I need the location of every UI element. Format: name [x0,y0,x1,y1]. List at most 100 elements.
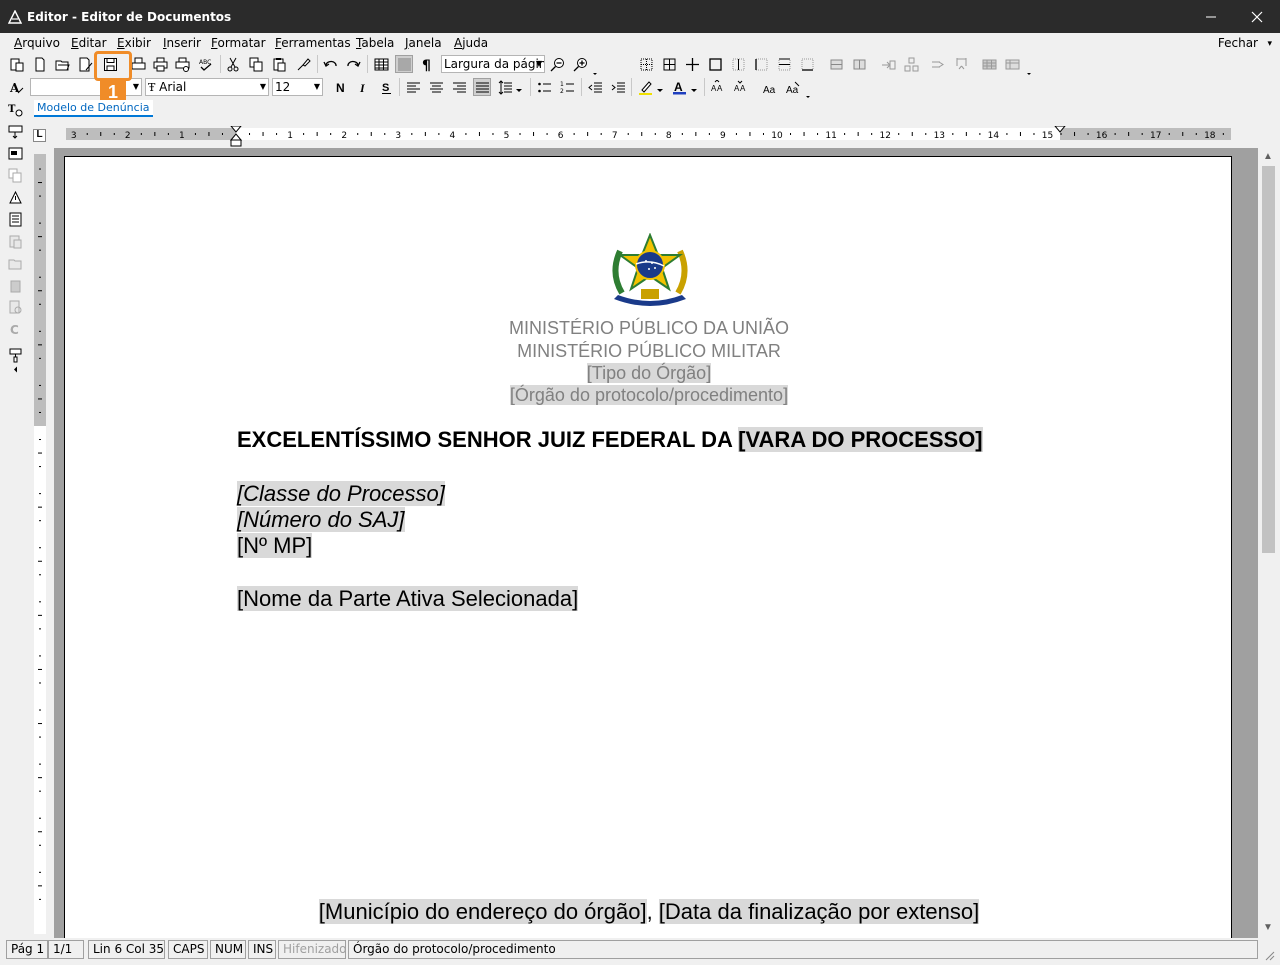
insert-warning-button[interactable] [6,188,24,206]
field-shading-toggle[interactable] [395,55,413,73]
top-border-button[interactable] [775,55,793,73]
font-color-button[interactable]: A [670,78,688,96]
field-municipio[interactable]: [Município do endereço do órgão] [318,899,647,924]
menu-editar[interactable]: Editar [71,36,107,50]
menu-exibir[interactable]: Exibir [117,36,151,50]
decrease-indent-button[interactable] [586,78,604,96]
justify-button[interactable] [473,78,491,96]
zoom-select[interactable]: Largura da págin ▼ [441,55,545,73]
toolbar-overflow-button[interactable] [6,364,24,374]
line-spacing-button[interactable] [496,78,514,96]
field-data-extenso[interactable]: [Data da finalização por extenso] [658,899,980,924]
split-cells-button[interactable] [850,55,868,73]
fechar-menu[interactable]: Fechar [1218,36,1258,50]
table-autoformat-button[interactable] [980,55,998,73]
bullets-button[interactable] [535,78,553,96]
format-painter-button[interactable] [294,55,312,73]
zoom-in-button[interactable] [571,55,589,73]
document-page[interactable]: MINISTÉRIO PÚBLICO DA UNIÃO MINISTÉRIO P… [64,156,1232,938]
vertical-scrollbar[interactable]: ▲ ▼ [1258,148,1280,938]
align-left-button[interactable] [404,78,422,96]
highlight-button[interactable] [636,78,654,96]
increase-indent-button[interactable] [609,78,627,96]
document-list-button[interactable] [6,210,24,228]
new-document-button[interactable] [30,55,48,73]
all-borders-button[interactable] [660,55,678,73]
delete-row-button[interactable] [929,55,947,73]
horizontal-ruler[interactable]: L 3 2 1 1 2 3 4 5 6 7 8 9 10 11 12 13 14 15 16 17 18 [30,126,1280,147]
field-numero-mp[interactable]: [Nº MP] [237,533,313,558]
cut-button[interactable] [224,55,242,73]
inside-borders-button[interactable] [683,55,701,73]
menu-ferramentas[interactable]: Ferramentas [275,36,351,50]
undo-button[interactable] [321,55,339,73]
clear-format-button[interactable]: Aa [783,78,801,96]
copy-format-button[interactable] [6,166,24,184]
open-disabled-button[interactable] [6,254,24,272]
delete-column-button[interactable] [952,55,970,73]
italic-button[interactable]: I [354,78,372,96]
menu-ajuda[interactable]: Ajuda [454,36,488,50]
copy-button[interactable] [247,55,265,73]
insert-column-button[interactable] [902,55,920,73]
change-case-button[interactable]: Aa [760,78,778,96]
bottom-border-button[interactable] [798,55,816,73]
merge-cells-button[interactable] [827,55,845,73]
show-formatting-toggle[interactable]: ¶ [418,55,436,73]
field-classe-processo[interactable]: [Classe do Processo] [237,481,445,506]
field-vara-processo[interactable]: [VARA DO PROCESSO] [738,427,983,452]
table-properties-button[interactable] [1003,55,1021,73]
toolbar-overflow-button[interactable] [590,59,600,77]
table-borders-button[interactable] [637,55,655,73]
insert-frame-button[interactable] [6,144,24,162]
outside-borders-button[interactable] [706,55,724,73]
insert-table-button[interactable] [372,55,390,73]
scrollbar-thumb[interactable] [1262,166,1275,553]
field-numero-saj[interactable]: [Número do SAJ] [237,507,405,532]
toolbar-overflow-button[interactable] [1024,59,1034,77]
paste-disabled-button[interactable] [6,232,24,250]
insert-row-button[interactable] [879,55,897,73]
vertical-border-button[interactable] [729,55,747,73]
left-border-button[interactable] [752,55,770,73]
font-family-select[interactable]: Ŧ Arial ▼ [145,78,269,96]
align-right-button[interactable] [450,78,468,96]
zoom-out-button[interactable] [548,55,566,73]
delete-disabled-button[interactable] [6,276,24,294]
tab-stop-selector[interactable]: L [33,129,46,142]
styles-button[interactable]: A [7,78,25,96]
tab-modelo-de-denuncia[interactable]: Modelo de Denúncia [34,100,153,117]
minimize-button[interactable] [1188,0,1234,33]
insert-form-field-button[interactable] [6,122,24,140]
align-center-button[interactable] [427,78,445,96]
print-button[interactable] [151,55,169,73]
underline-button[interactable]: S [377,78,395,96]
redo-button[interactable] [344,55,362,73]
vertical-ruler[interactable] [34,154,48,934]
bold-button[interactable]: N [331,78,349,96]
font-size-select[interactable]: 12 ▼ [272,78,323,96]
document-canvas[interactable]: MINISTÉRIO PÚBLICO DA UNIÃO MINISTÉRIO P… [54,148,1258,938]
insert-field-button[interactable]: T [6,100,24,118]
menu-arquivo[interactable]: Arquivo [14,36,60,50]
search-disabled-button[interactable] [6,298,24,316]
field-parte-ativa[interactable]: [Nome da Parte Ativa Selecionada] [237,586,579,611]
shrink-font-button[interactable]: AA [732,78,750,96]
open-button[interactable] [53,55,71,73]
resize-grip-icon[interactable] [1262,948,1276,962]
menu-tabela[interactable]: Tabela [356,36,394,50]
field-tipo-orgao[interactable]: [Tipo do Órgão] [586,363,712,383]
print-setup-button[interactable] [173,55,191,73]
menu-inserir[interactable]: Inserir [163,36,201,50]
new-from-template-button[interactable] [7,55,25,73]
right-indent-marker[interactable] [1054,126,1066,134]
chevron-down-icon[interactable]: ▾ [1267,38,1272,49]
paste-button[interactable] [270,55,288,73]
close-window-button[interactable] [1234,0,1280,33]
copyright-disabled-button[interactable]: C [6,320,24,338]
open-template-button[interactable] [76,55,94,73]
field-orgao-protocolo[interactable]: [Órgão do protocolo/procedimento] [509,385,789,405]
menu-janela[interactable]: Janela [405,36,442,50]
numbering-button[interactable]: 12 [558,78,576,96]
grow-font-button[interactable]: AA [709,78,727,96]
